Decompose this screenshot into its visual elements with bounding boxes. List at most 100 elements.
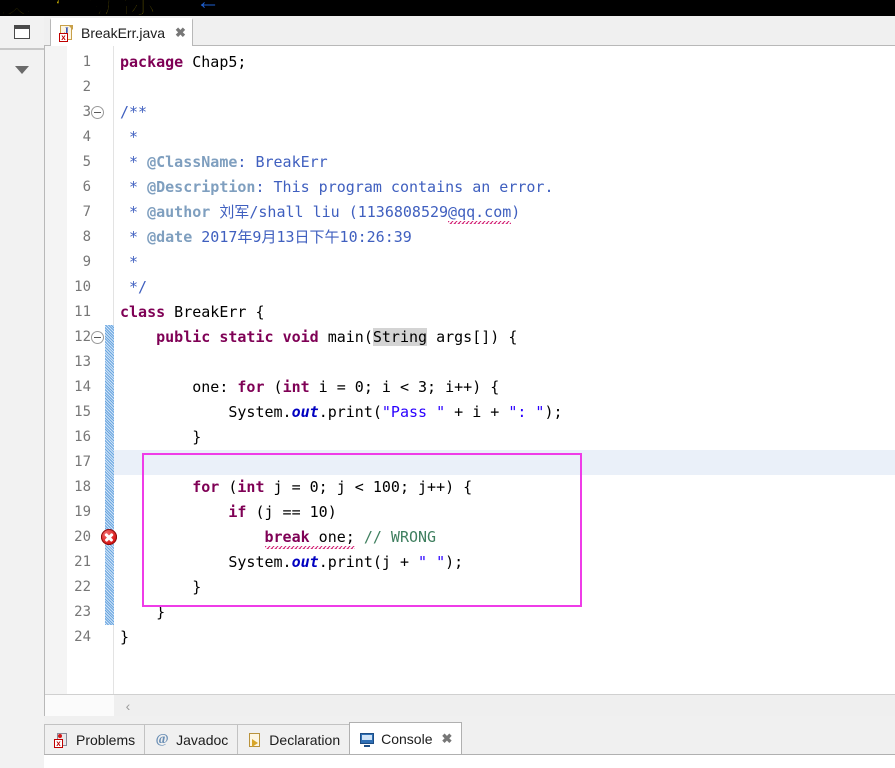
line-number-row: 19 [45, 500, 113, 525]
line-number-row: 5 [45, 150, 113, 175]
line-number: 3 [82, 104, 91, 120]
code-line[interactable]: */ [114, 275, 895, 300]
line-number: 10 [74, 279, 91, 295]
code-line[interactable]: * @date 2017年9月13日下午10:26:39 [114, 225, 895, 250]
close-icon[interactable]: ✖ [442, 731, 453, 747]
line-number-row: 15 [45, 400, 113, 425]
code-line[interactable]: for (int j = 0; j < 100; j++) { [114, 475, 895, 500]
line-number: 19 [74, 504, 91, 520]
line-number-row: 16 [45, 425, 113, 450]
line-number-row: 18 [45, 475, 113, 500]
code-line[interactable]: public static void main(String args[]) { [114, 325, 895, 350]
rail-divider [0, 49, 44, 50]
code-line[interactable]: break one; // WRONG [114, 525, 895, 550]
console-icon [359, 731, 375, 747]
line-number-ruler: 1 2 3 4 5 6 7 8 9 10 11 12 13 14 15 16 17 18 19 20 21 22 23 24 [45, 46, 113, 694]
fold-collapse-icon[interactable] [91, 331, 104, 344]
bottom-tab-problems[interactable]: x Problems [44, 724, 146, 754]
line-number-row: 12 [45, 325, 113, 350]
line-number-row: 11 [45, 300, 113, 325]
horizontal-scrollbar[interactable]: ‹ [45, 694, 895, 716]
code-line[interactable] [114, 350, 895, 375]
code-line[interactable]: * @author 刘军/shall liu (1136808529@qq.co… [114, 200, 895, 225]
code-line[interactable]: package Chap5; [114, 50, 895, 75]
line-number-row: 2 [45, 75, 113, 100]
code-line[interactable] [114, 450, 895, 475]
line-number: 6 [82, 179, 91, 195]
line-number-row: 14 [45, 375, 113, 400]
code-line[interactable]: } [114, 625, 895, 650]
code-line[interactable]: System.out.print("Pass " + i + ": "); [114, 400, 895, 425]
restore-view-button[interactable] [0, 16, 44, 49]
line-number: 22 [74, 579, 91, 595]
banner-arrow-icon: ← [196, 0, 220, 15]
code-line[interactable]: * [114, 250, 895, 275]
line-number-row: 17 [45, 450, 113, 475]
error-marker-icon[interactable] [101, 529, 117, 545]
console-view-body[interactable] [44, 755, 895, 768]
line-number-row: 8 [45, 225, 113, 250]
bottom-tab-declaration[interactable]: Declaration [237, 724, 351, 754]
java-file-error-icon: J x [59, 24, 75, 42]
change-bar [105, 325, 114, 625]
code-line[interactable]: } [114, 600, 895, 625]
line-number-row: 10 [45, 275, 113, 300]
line-number: 12 [74, 329, 91, 345]
bottom-view-tab-bar: x Problems @ Javadoc Declaration Console ✖ [44, 716, 895, 768]
code-line[interactable]: class BreakErr { [114, 300, 895, 325]
view-menu-button[interactable] [0, 54, 44, 86]
code-line[interactable]: /** [114, 100, 895, 125]
bottom-tabs-container: x Problems @ Javadoc Declaration Console ✖ [44, 722, 463, 754]
code-line[interactable] [114, 75, 895, 100]
bottom-tab-label: Javadoc [176, 731, 229, 748]
fold-collapse-icon[interactable] [91, 106, 104, 119]
code-line[interactable]: one: for (int i = 0; i < 3; i++) { [114, 375, 895, 400]
chevron-down-icon [15, 66, 29, 74]
line-number: 17 [74, 454, 91, 470]
editor-tab-label: BreakErr.java [81, 25, 166, 41]
bottom-tab-label: Console [381, 730, 433, 747]
line-number: 8 [82, 229, 91, 245]
bottom-tab-console[interactable]: Console ✖ [349, 722, 463, 754]
restore-view-icon [14, 25, 30, 39]
code-line[interactable]: * @Description: This program contains an… [114, 175, 895, 200]
line-number: 21 [74, 554, 91, 570]
code-line[interactable]: } [114, 425, 895, 450]
line-number-row: 13 [45, 350, 113, 375]
line-number: 11 [74, 304, 91, 320]
line-number: 9 [82, 254, 91, 270]
line-number: 23 [74, 604, 91, 620]
banner-chinese-text: 汉编程的启示 [0, 0, 157, 16]
source-code-text[interactable]: package Chap5; /** * * @ClassName: BreakE… [114, 46, 895, 694]
code-line[interactable]: } [114, 575, 895, 600]
line-number: 7 [82, 204, 91, 220]
line-number: 2 [82, 79, 91, 95]
bottom-tab-javadoc[interactable]: @ Javadoc [144, 724, 239, 754]
line-number: 4 [82, 129, 91, 145]
editor-tab-breakerr-java[interactable]: J x BreakErr.java ✖ [50, 18, 193, 46]
code-line[interactable]: * @ClassName: BreakErr [114, 150, 895, 175]
scroll-left-arrow-icon[interactable]: ‹ [119, 697, 137, 715]
line-number: 20 [74, 529, 91, 545]
cut-off-title-banner: 汉编程的启示 ← [0, 0, 895, 16]
line-number: 24 [74, 629, 91, 645]
code-line[interactable]: System.out.print(j + " "); [114, 550, 895, 575]
close-icon[interactable]: ✖ [175, 25, 186, 41]
scrollbar-left-pad [45, 695, 114, 716]
left-rail [0, 16, 45, 768]
line-number: 15 [74, 404, 91, 420]
javadoc-at-icon: @ [155, 731, 169, 747]
eclipse-ide-window: 汉编程的启示 ← J x BreakErr.java ✖ 123 4 5 6 7… [0, 0, 895, 768]
line-number-row: 9 [45, 250, 113, 275]
line-number-row: 7 [45, 200, 113, 225]
code-line[interactable]: if (j == 10) [114, 500, 895, 525]
code-line[interactable]: * [114, 125, 895, 150]
bottom-tab-label: Problems [76, 731, 136, 748]
bottom-tab-label: Declaration [269, 731, 341, 748]
problems-icon: x [54, 732, 70, 748]
editor-tab-bar: J x BreakErr.java ✖ [44, 16, 895, 47]
line-number: 13 [74, 354, 91, 370]
line-number: 5 [82, 154, 91, 170]
line-number: 18 [74, 479, 91, 495]
line-number-row: 1 [45, 50, 113, 75]
